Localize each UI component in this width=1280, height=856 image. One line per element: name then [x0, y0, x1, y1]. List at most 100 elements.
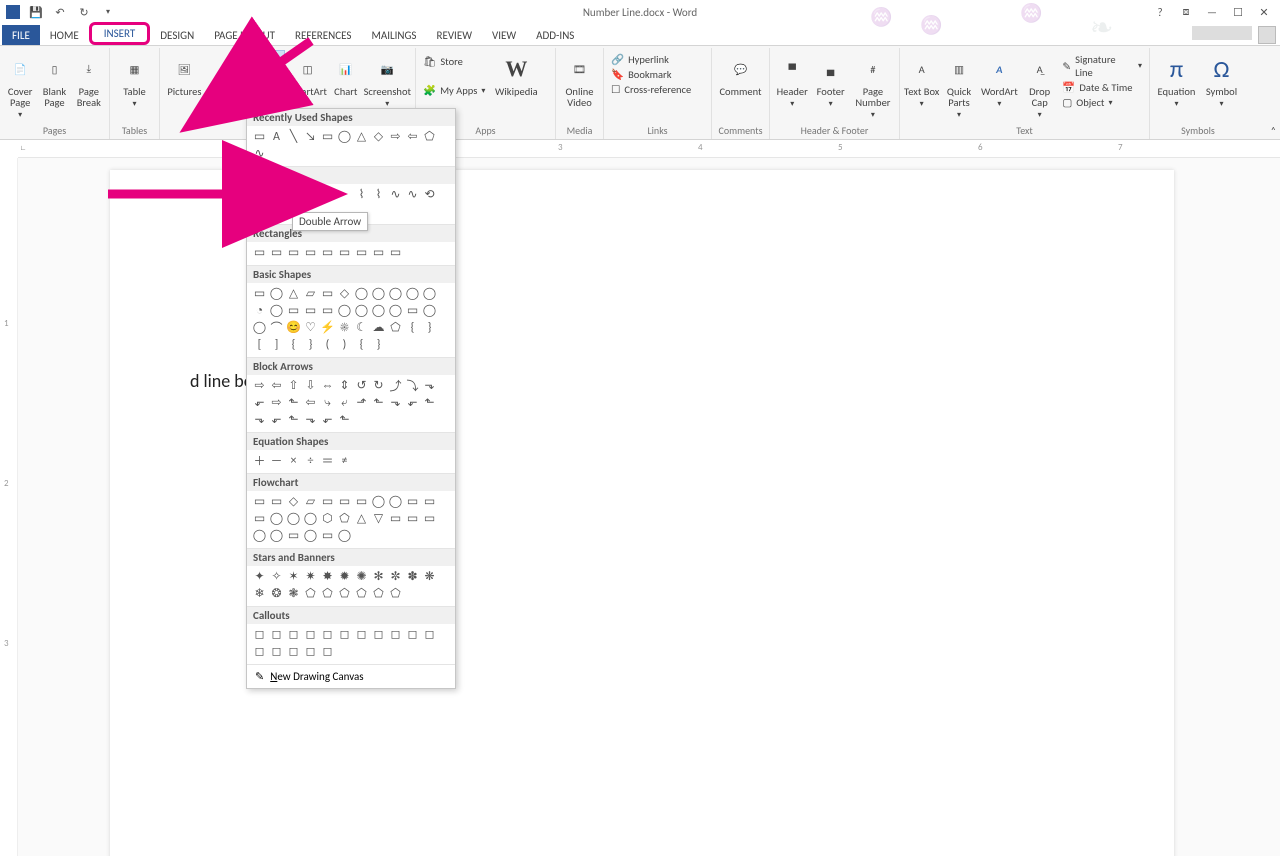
shape-option[interactable]: ↻ [370, 377, 387, 394]
shape-option[interactable]: ⬠ [302, 585, 319, 602]
wikipedia-button[interactable]: WWikipedia [490, 50, 542, 122]
shape-option[interactable]: ⌐ [319, 186, 336, 203]
shape-option[interactable]: ❂ [268, 585, 285, 602]
shape-option[interactable]: △ [353, 510, 370, 527]
shape-option[interactable]: ⬏ [353, 394, 370, 411]
shape-option[interactable]: ⬎ [251, 411, 268, 428]
tab-references[interactable]: REFERENCES [285, 25, 361, 45]
tab-file[interactable]: FILE [2, 25, 40, 45]
shape-option[interactable]: ⇦ [302, 394, 319, 411]
tab-view[interactable]: VIEW [482, 25, 526, 45]
shape-option[interactable]: ◇ [336, 285, 353, 302]
shape-option[interactable]: ✻ [370, 568, 387, 585]
shape-option[interactable]: ◯ [268, 302, 285, 319]
shape-option[interactable]: ◯ [268, 527, 285, 544]
shape-option[interactable]: ⤵ [404, 377, 421, 394]
shape-option[interactable]: － [268, 452, 285, 469]
horizontal-ruler[interactable]: ∟ 1234567 [18, 140, 1280, 158]
shape-option[interactable]: ☁ [370, 319, 387, 336]
shape-option[interactable]: ◯ [285, 510, 302, 527]
shape-option[interactable]: ⌒ [268, 319, 285, 336]
close-icon[interactable]: ✕ [1256, 4, 1272, 20]
shape-option[interactable]: } [421, 319, 438, 336]
shape-option[interactable]: ⬐ [268, 411, 285, 428]
shape-option[interactable]: ◻ [285, 643, 302, 660]
shape-double-arrow[interactable]: ↘ [285, 186, 302, 203]
shape-option[interactable]: ▭ [404, 493, 421, 510]
shape-option[interactable]: ▭ [251, 285, 268, 302]
undo-icon[interactable]: ↶ [52, 4, 68, 20]
shape-option[interactable]: ◯ [370, 285, 387, 302]
shape-option[interactable]: × [285, 452, 302, 469]
signature-button[interactable]: ✎Signature Line▾ [1059, 52, 1145, 80]
shape-option[interactable]: ▭ [387, 510, 404, 527]
quickparts-button[interactable]: ▥Quick Parts▾ [941, 50, 976, 122]
vertical-ruler[interactable]: 123 [0, 158, 18, 856]
shape-option[interactable]: ▭ [319, 527, 336, 544]
shape-option[interactable]: ╲ [268, 186, 285, 203]
shape-option[interactable]: ◯ [336, 302, 353, 319]
shape-option[interactable]: ⬠ [387, 585, 404, 602]
shape-option[interactable]: } [302, 336, 319, 353]
shape-option[interactable]: ( [319, 336, 336, 353]
shape-option[interactable]: ▭ [251, 510, 268, 527]
shape-option[interactable]: ✧ [268, 568, 285, 585]
shape-option[interactable]: ⇔ [319, 377, 336, 394]
shape-option[interactable]: ◯ [302, 527, 319, 544]
store-button[interactable]: 🛍Store [420, 54, 488, 69]
shape-option[interactable]: ◯ [353, 285, 370, 302]
shape-option[interactable]: ⬐ [404, 394, 421, 411]
shape-option[interactable]: ▭ [268, 244, 285, 261]
table-button[interactable]: ▦ Table ▾ [114, 50, 155, 122]
shape-option[interactable]: 😊 [285, 319, 302, 336]
shape-option[interactable]: ⬠ [370, 585, 387, 602]
shape-option[interactable]: A [268, 128, 285, 145]
shape-option[interactable]: ☾ [353, 319, 370, 336]
shape-option[interactable]: ▱ [302, 285, 319, 302]
comment-button[interactable]: 💬Comment [716, 50, 765, 122]
dropcap-button[interactable]: A̲Drop Cap▾ [1022, 50, 1057, 122]
shape-option[interactable]: ⇨ [387, 128, 404, 145]
shape-option[interactable]: ◇ [370, 128, 387, 145]
online-video-button[interactable]: 🎞Online Video [560, 50, 599, 122]
shape-option[interactable]: ↘ [302, 128, 319, 145]
shape-option[interactable]: ⬠ [336, 585, 353, 602]
shape-option[interactable]: ⌇ [353, 186, 370, 203]
shape-option[interactable]: ⬑ [421, 394, 438, 411]
shape-option[interactable]: ▭ [302, 302, 319, 319]
shape-option[interactable]: ÷ [302, 452, 319, 469]
shape-option[interactable]: ▭ [353, 244, 370, 261]
shape-option[interactable]: ⬠ [421, 128, 438, 145]
shape-option[interactable]: ❃ [285, 585, 302, 602]
shape-option[interactable]: ) [336, 336, 353, 353]
shape-option[interactable]: ❋ [421, 568, 438, 585]
shape-option[interactable]: ◯ [251, 527, 268, 544]
shape-option[interactable]: ⦃ [251, 203, 268, 220]
save-icon[interactable]: 💾 [28, 4, 44, 20]
shape-option[interactable]: ▭ [319, 244, 336, 261]
tab-home[interactable]: HOME [40, 25, 89, 45]
shape-option[interactable]: ⇩ [302, 377, 319, 394]
equation-button[interactable]: πEquation▾ [1154, 50, 1199, 122]
shape-option[interactable]: ◻ [387, 626, 404, 643]
shape-option[interactable]: ▭ [319, 493, 336, 510]
shape-option[interactable]: } [370, 336, 387, 353]
shape-option[interactable]: ◻ [302, 643, 319, 660]
shape-option[interactable]: ╲ [285, 128, 302, 145]
shape-option[interactable]: ✦ [251, 568, 268, 585]
shape-option[interactable]: ▭ [421, 493, 438, 510]
shape-option[interactable]: △ [353, 128, 370, 145]
page-number-button[interactable]: #Page Number▾ [851, 50, 895, 122]
shape-option[interactable]: ◯ [353, 302, 370, 319]
crossref-button[interactable]: ☐Cross-reference [608, 82, 694, 97]
shape-option[interactable]: ◻ [302, 626, 319, 643]
shape-option[interactable]: ◯ [336, 128, 353, 145]
shape-option[interactable]: ◻ [319, 643, 336, 660]
blank-page-button[interactable]: ▯ Blank Page [38, 50, 70, 122]
shape-option[interactable]: ▭ [370, 244, 387, 261]
shape-option[interactable]: ＝ [319, 452, 336, 469]
shape-option[interactable]: ▱ [302, 493, 319, 510]
shape-option[interactable]: ◻ [268, 643, 285, 660]
shape-option[interactable]: ⬠ [387, 319, 404, 336]
shape-option[interactable]: ＋ [251, 452, 268, 469]
